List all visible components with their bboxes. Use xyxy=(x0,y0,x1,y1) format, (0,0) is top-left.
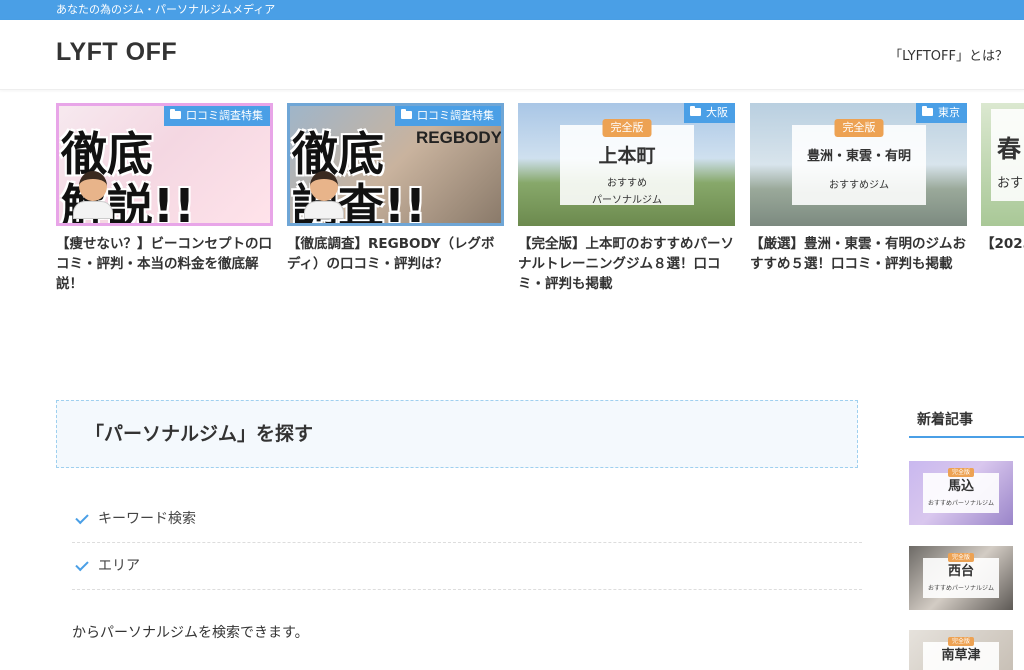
sidebar-article-thumbnail[interactable]: 完全版 西台 おすすめパーソナルジム xyxy=(909,546,1013,610)
category-text: 口コミ調査特集 xyxy=(186,109,263,122)
sidebar-article-thumbnail[interactable]: 完全版 南草津 xyxy=(909,630,1013,670)
folder-icon xyxy=(922,106,933,116)
complete-badge: 完全版 xyxy=(947,468,975,477)
carousel-card[interactable]: 東京 完全版 豊洲・東雲・有明 おすすめジム 【厳選】豊洲・東雲・有明のジムおす… xyxy=(750,103,967,274)
category-text: 口コミ調査特集 xyxy=(417,109,494,122)
thumbnail-place: 西台 xyxy=(947,564,974,579)
thumbnail-sub: おすすめパーソナルジム xyxy=(927,585,994,592)
complete-badge: 完全版 xyxy=(602,119,652,137)
card-thumbnail: 春 おす xyxy=(981,103,1024,226)
complete-badge: 完全版 xyxy=(834,119,884,137)
avatar-illustration xyxy=(304,169,344,219)
card-title[interactable]: 【厳選】豊洲・東雲・有明のジムおすすめ５選！口コミ・評判も掲載 xyxy=(750,234,967,274)
sidebar-article-thumbnail[interactable]: 完全版 馬込 おすすめパーソナルジム xyxy=(909,461,1013,525)
card-title[interactable]: 【徹底調査】REGBODY（レグボディ）の口コミ・評判は？ xyxy=(287,234,504,274)
card-thumbnail: 東京 完全版 豊洲・東雲・有明 おすすめジム xyxy=(750,103,967,226)
site-header: LYFT OFF 「LYFTOFF」とは？ xyxy=(0,20,1024,90)
folder-icon xyxy=(170,109,181,119)
avatar-illustration xyxy=(73,169,113,219)
site-tagline: あなたの為のジム・パーソナルジムメディア xyxy=(0,0,1024,20)
card-title[interactable]: 【完全版】上本町のおすすめパーソナルトレーニングジム８選！口コミ・評判も掲載 xyxy=(518,234,735,294)
thumbnail-sub: おす xyxy=(997,176,1024,191)
card-thumbnail: 口コミ調査特集 REGBODY 徹底 調査!! xyxy=(287,103,504,226)
carousel-card[interactable]: 口コミ調査特集 徹底 解説!! 【痩せない？】ビーコンセプトの口コミ・評判・本当… xyxy=(56,103,273,294)
category-text: 東京 xyxy=(938,106,960,119)
section-title: 「パーソナルジム」を探す xyxy=(56,400,858,468)
thumbnail-title-box: 完全版 馬込 おすすめパーソナルジム xyxy=(923,468,999,513)
card-title[interactable]: 【痩せない？】ビーコンセプトの口コミ・評判・本当の料金を徹底解説！ xyxy=(56,234,273,294)
thumbnail-place: 馬込 xyxy=(947,479,974,494)
folder-icon xyxy=(401,109,412,119)
thumbnail-place: 上本町 xyxy=(598,145,656,167)
thumbnail-title-box: 完全版 南草津 xyxy=(923,637,999,670)
thumbnail-place: 豊洲・東雲・有明 xyxy=(806,149,911,164)
thumbnail-title-box: 完全版 西台 おすすめパーソナルジム xyxy=(923,553,999,598)
carousel-card[interactable]: 春 おす 【2025 ソナル ミ・評 xyxy=(981,103,1024,254)
folder-icon xyxy=(690,106,701,116)
complete-badge: 完全版 xyxy=(947,637,975,646)
thumbnail-sub: おすすめ xyxy=(607,178,647,189)
card-thumbnail: 口コミ調査特集 徹底 解説!! xyxy=(56,103,273,226)
thumbnail-sub: パーソナルジム xyxy=(592,195,662,206)
main-content: 「パーソナルジム」を探す キーワード検索 エリア からパーソナルジムを検索できま… xyxy=(56,400,862,642)
check-item-label: キーワード検索 xyxy=(98,511,196,527)
section-paragraph: からパーソナルジムを検索できます。 xyxy=(72,625,309,641)
sidebar: 新着記事 完全版 馬込 おすすめパーソナルジム 完全版 西台 おすすめパーソナル… xyxy=(909,400,1024,670)
check-icon xyxy=(75,510,89,524)
featured-carousel: 口コミ調査特集 徹底 解説!! 【痩せない？】ビーコンセプトの口コミ・評判・本当… xyxy=(0,90,1024,335)
nav-about-link[interactable]: 「LYFTOFF」とは？ xyxy=(889,45,1008,64)
thumbnail-place: 春 xyxy=(997,134,1021,163)
category-label: 口コミ調査特集 xyxy=(164,106,270,126)
category-label: 東京 xyxy=(916,103,967,123)
check-item-keyword[interactable]: キーワード検索 xyxy=(72,496,862,543)
thumbnail-place: 南草津 xyxy=(941,648,981,663)
carousel-card[interactable]: 口コミ調査特集 REGBODY 徹底 調査!! 【徹底調査】REGBODY（レグ… xyxy=(287,103,504,274)
thumbnail-sub: おすすめパーソナルジム xyxy=(927,500,994,507)
category-label: 大阪 xyxy=(684,103,735,123)
card-title[interactable]: 【2025 ソナル ミ・評 xyxy=(981,234,1024,254)
card-thumbnail: 大阪 完全版 上本町 おすすめ パーソナルジム xyxy=(518,103,735,226)
site-logo[interactable]: LYFT OFF xyxy=(56,38,177,67)
check-item-label: エリア xyxy=(98,558,140,574)
thumbnail-title-box: 春 おす xyxy=(991,109,1024,201)
check-item-area[interactable]: エリア xyxy=(72,543,862,590)
check-icon xyxy=(75,557,89,571)
thumbnail-title-box: 完全版 豊洲・東雲・有明 おすすめジム xyxy=(792,119,926,205)
sidebar-title: 新着記事 xyxy=(909,400,1024,438)
carousel-card[interactable]: 大阪 完全版 上本町 おすすめ パーソナルジム 【完全版】上本町のおすすめパーソ… xyxy=(518,103,735,294)
category-text: 大阪 xyxy=(706,106,728,119)
thumbnail-sub: おすすめジム xyxy=(829,180,889,191)
thumbnail-title-box: 完全版 上本町 おすすめ パーソナルジム xyxy=(560,119,694,206)
check-list: キーワード検索 エリア xyxy=(72,496,862,590)
complete-badge: 完全版 xyxy=(947,553,975,562)
category-label: 口コミ調査特集 xyxy=(395,106,501,126)
brand-logo-text: REGBODY xyxy=(416,128,502,147)
